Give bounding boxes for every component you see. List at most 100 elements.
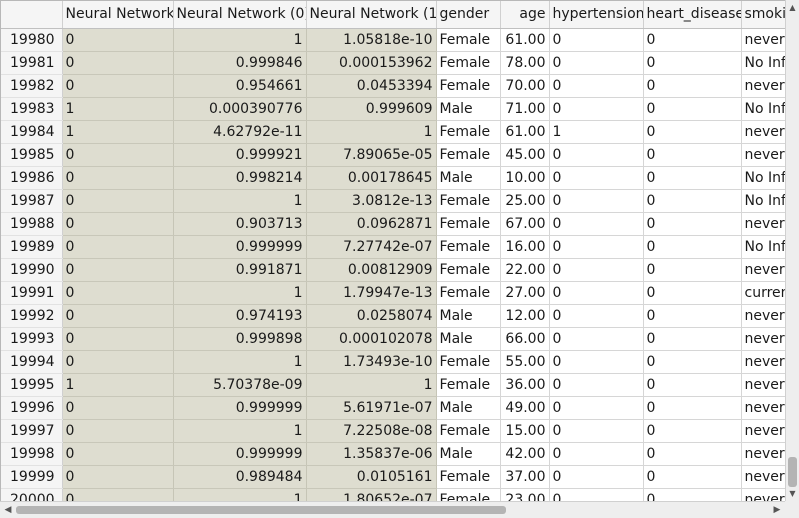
cell-age[interactable]: 16.00 <box>500 235 550 259</box>
cell-neural-network-1[interactable]: 0.000102078 <box>306 327 437 351</box>
cell-age[interactable]: 49.00 <box>500 396 550 420</box>
cell-neural-network-1[interactable]: 1.05818e-10 <box>306 28 437 52</box>
cell-smoking-history[interactable]: No Info <box>741 235 785 259</box>
cell-neural-network-1[interactable]: 0.999609 <box>306 97 437 121</box>
cell-neural-network-0[interactable]: 0.974193 <box>173 304 307 328</box>
cell-age[interactable]: 78.00 <box>500 51 550 75</box>
row-header[interactable]: 19997 <box>1 419 63 443</box>
cell-hypertension[interactable]: 0 <box>549 396 644 420</box>
cell-neural-network[interactable]: 0 <box>62 281 174 305</box>
column-header-neural-network-0[interactable]: Neural Network (0) <box>173 1 307 29</box>
table-row[interactable]: 19986 0 0.998214 0.00178645 Male 10.00 0 0 No In… <box>1 166 785 190</box>
vertical-scroll-thumb[interactable] <box>788 457 797 487</box>
row-header[interactable]: 19982 <box>1 74 63 98</box>
cell-neural-network[interactable]: 0 <box>62 419 174 443</box>
cell-neural-network-1[interactable]: 0.0105161 <box>306 465 437 489</box>
cell-gender[interactable]: Male <box>436 97 501 121</box>
cell-age[interactable]: 10.00 <box>500 166 550 190</box>
cell-smoking-history[interactable]: never <box>741 419 785 443</box>
cell-neural-network-0[interactable]: 5.70378e-09 <box>173 373 307 397</box>
cell-age[interactable]: 36.00 <box>500 373 550 397</box>
row-header[interactable]: 19992 <box>1 304 63 328</box>
table-row[interactable]: 19988 0 0.903713 0.0962871 Female 67.00 0 0 neve… <box>1 212 785 236</box>
cell-gender[interactable]: Male <box>436 304 501 328</box>
cell-smoking-history[interactable]: never <box>741 258 785 282</box>
cell-gender[interactable]: Male <box>436 166 501 190</box>
vertical-scrollbar[interactable]: ▲ ▼ <box>785 0 799 501</box>
scroll-down-arrow-icon[interactable]: ▼ <box>786 487 799 500</box>
cell-neural-network-0[interactable]: 0.903713 <box>173 212 307 236</box>
cell-smoking-history[interactable]: never <box>741 212 785 236</box>
cell-smoking-history[interactable]: No Info <box>741 189 785 213</box>
row-header[interactable]: 19996 <box>1 396 63 420</box>
table-row[interactable]: 19987013.0812e-13Female25.0000No Info <box>1 189 785 213</box>
row-header[interactable]: 19980 <box>1 28 63 52</box>
row-header[interactable]: 19987 <box>1 189 63 213</box>
cell-gender[interactable]: Female <box>436 120 501 144</box>
cell-hypertension[interactable]: 0 <box>549 373 644 397</box>
cell-neural-network-1[interactable]: 7.27742e-07 <box>306 235 437 259</box>
cell-neural-network-1[interactable]: 3.0812e-13 <box>306 189 437 213</box>
cell-neural-network-0[interactable]: 1 <box>173 281 307 305</box>
cell-age[interactable]: 15.00 <box>500 419 550 443</box>
cell-neural-network-1[interactable]: 7.22508e-08 <box>306 419 437 443</box>
cell-neural-network[interactable]: 0 <box>62 212 174 236</box>
cell-gender[interactable]: Female <box>436 74 501 98</box>
table-row[interactable]: 19994 0 1 1.73493e-10 Female 55.00 0 0 never <box>1 350 785 374</box>
row-header[interactable]: 19989 <box>1 235 63 259</box>
cell-heart-disease[interactable]: 0 <box>643 166 742 190</box>
cell-age[interactable]: 71.00 <box>500 97 550 121</box>
cell-heart-disease[interactable]: 0 <box>643 396 742 420</box>
table-row[interactable]: 19985 0 0.999921 7.89065e-05 Female 45.00 0 0 ne… <box>1 143 785 167</box>
cell-heart-disease[interactable]: 0 <box>643 51 742 75</box>
cell-hypertension[interactable]: 0 <box>549 488 644 501</box>
cell-gender[interactable]: Female <box>436 258 501 282</box>
table-row[interactable]: 19991011.79947e-13Female27.0000current <box>1 281 785 305</box>
cell-smoking-history[interactable]: never <box>741 350 785 374</box>
cell-smoking-history[interactable]: never <box>741 143 785 167</box>
cell-neural-network-1[interactable]: 0.00812909 <box>306 258 437 282</box>
cell-gender[interactable]: Female <box>436 465 501 489</box>
row-header[interactable]: 20000 <box>1 488 63 501</box>
cell-age[interactable]: 23.00 <box>500 488 550 501</box>
cell-neural-network[interactable]: 0 <box>62 350 174 374</box>
cell-neural-network[interactable]: 0 <box>62 189 174 213</box>
cell-hypertension[interactable]: 0 <box>549 28 644 52</box>
cell-age[interactable]: 27.00 <box>500 281 550 305</box>
cell-smoking-history[interactable]: never <box>741 465 785 489</box>
cell-neural-network-0[interactable]: 0.954661 <box>173 74 307 98</box>
cell-heart-disease[interactable]: 0 <box>643 327 742 351</box>
cell-neural-network[interactable]: 1 <box>62 97 174 121</box>
cell-hypertension[interactable]: 0 <box>549 51 644 75</box>
cell-age[interactable]: 12.00 <box>500 304 550 328</box>
cell-neural-network[interactable]: 0 <box>62 396 174 420</box>
table-row[interactable]: 19980 0 1 1.05818e-10 Female 61.00 0 0 never <box>1 28 785 52</box>
cell-age[interactable]: 37.00 <box>500 465 550 489</box>
cell-heart-disease[interactable]: 0 <box>643 28 742 52</box>
cell-neural-network[interactable]: 0 <box>62 28 174 52</box>
row-header[interactable]: 19981 <box>1 51 63 75</box>
cell-neural-network-0[interactable]: 1 <box>173 189 307 213</box>
cell-gender[interactable]: Female <box>436 350 501 374</box>
cell-neural-network-1[interactable]: 7.89065e-05 <box>306 143 437 167</box>
cell-hypertension[interactable]: 0 <box>549 258 644 282</box>
table-row[interactable]: 19998 0 0.999999 1.35837e-06 Male 42.00 0 0 neve… <box>1 442 785 466</box>
cell-neural-network-0[interactable]: 1 <box>173 488 307 501</box>
cell-neural-network[interactable]: 1 <box>62 120 174 144</box>
table-row[interactable]: 19997 0 1 7.22508e-08 Female 15.00 0 0 never <box>1 419 785 443</box>
cell-hypertension[interactable]: 0 <box>549 97 644 121</box>
cell-hypertension[interactable]: 0 <box>549 189 644 213</box>
column-header-gender[interactable]: gender <box>436 1 501 29</box>
cell-neural-network[interactable]: 0 <box>62 327 174 351</box>
cell-neural-network-0[interactable]: 0.989484 <box>173 465 307 489</box>
cell-heart-disease[interactable]: 0 <box>643 258 742 282</box>
cell-age[interactable]: 61.00 <box>500 120 550 144</box>
cell-smoking-history[interactable]: never <box>741 396 785 420</box>
row-header[interactable]: 19995 <box>1 373 63 397</box>
cell-hypertension[interactable]: 0 <box>549 465 644 489</box>
row-header[interactable]: 19993 <box>1 327 63 351</box>
cell-neural-network-1[interactable]: 0.0453394 <box>306 74 437 98</box>
cell-neural-network-0[interactable]: 0.999846 <box>173 51 307 75</box>
horizontal-scrollbar[interactable]: ◀ ▶ <box>0 501 785 518</box>
cell-neural-network-1[interactable]: 1.73493e-10 <box>306 350 437 374</box>
